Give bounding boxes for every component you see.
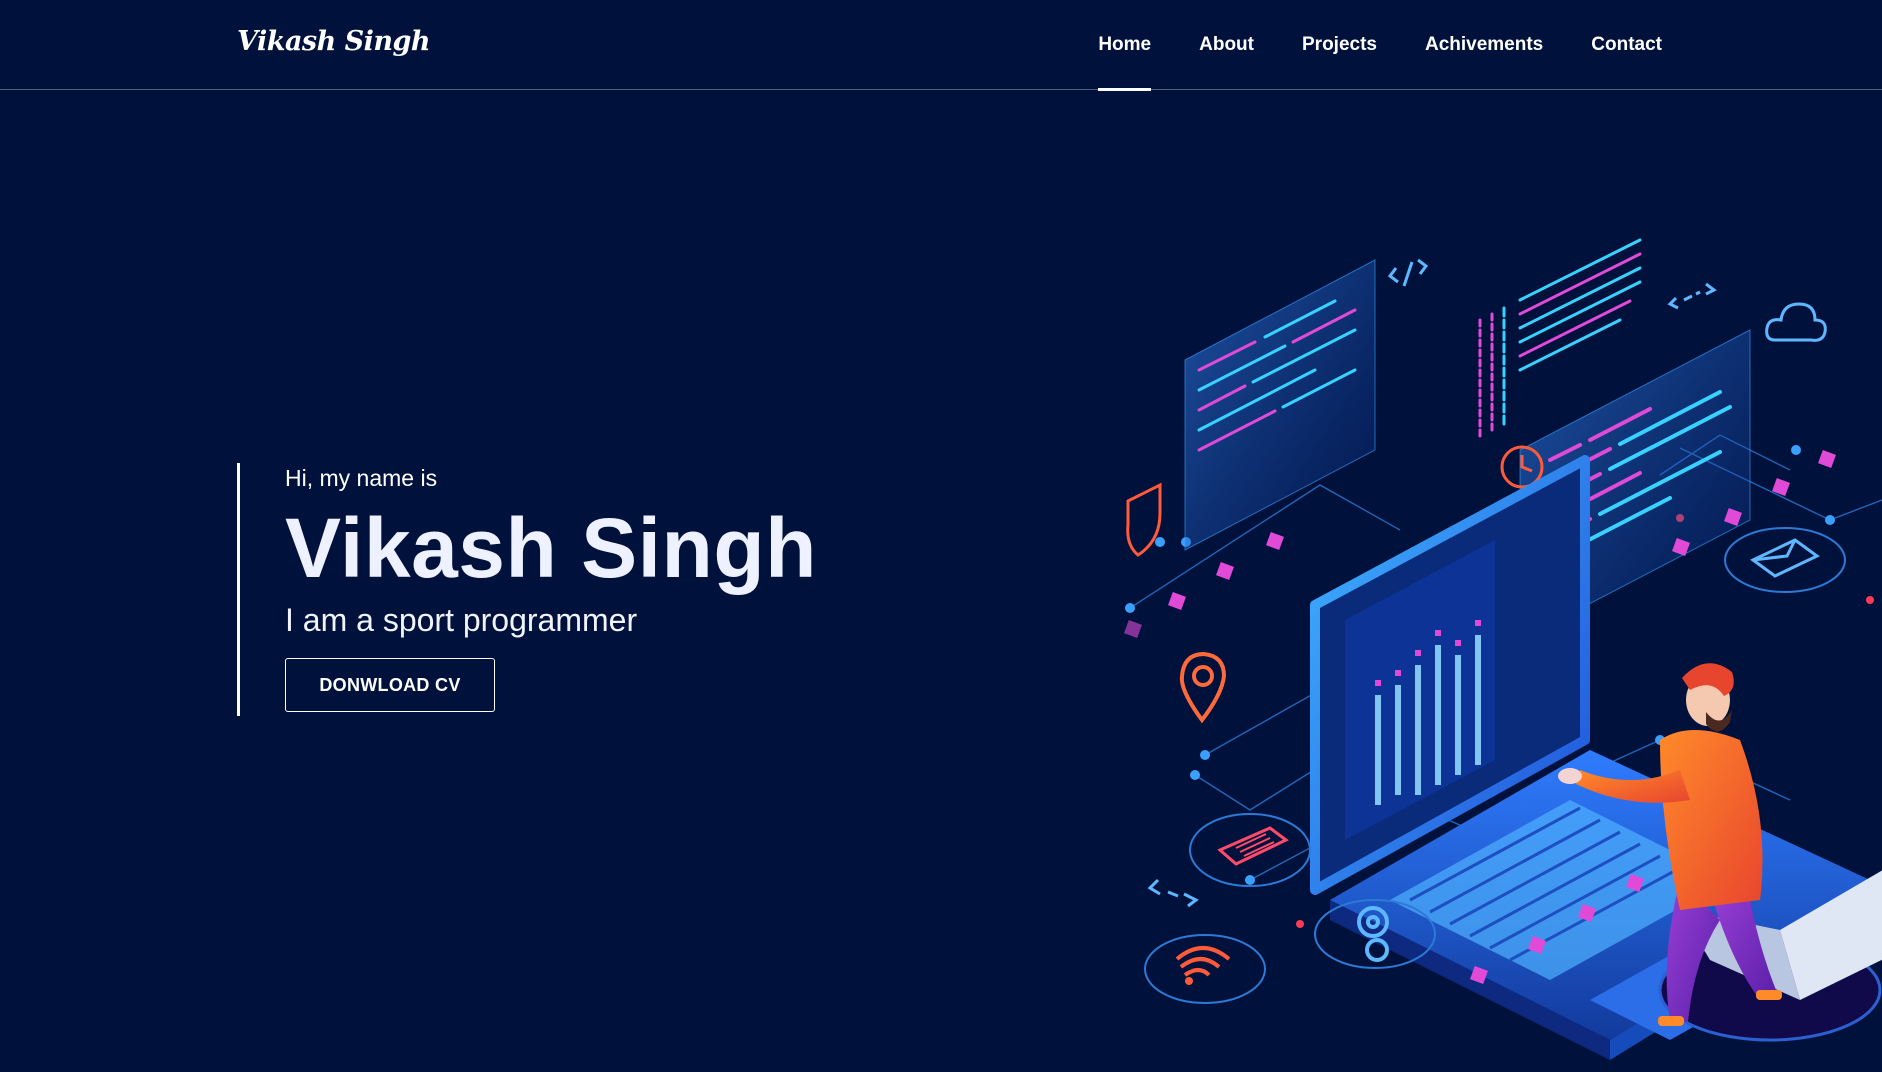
navbar: Vikash Singh Home About Projects Achivem… bbox=[0, 0, 1882, 91]
hero-greeting: Hi, my name is bbox=[285, 465, 438, 491]
site-logo[interactable]: Vikash Singh bbox=[237, 26, 431, 57]
cloud-icon bbox=[1765, 302, 1827, 342]
envelope-icon bbox=[1724, 527, 1846, 593]
shield-icon bbox=[1126, 482, 1162, 557]
page: Vikash Singh Home About Projects Achivem… bbox=[0, 0, 1882, 1072]
nav-contact[interactable]: Contact bbox=[1591, 0, 1662, 90]
nav-projects[interactable]: Projects bbox=[1302, 0, 1377, 90]
nav-achivements[interactable]: Achivements bbox=[1425, 0, 1543, 90]
nav-links: Home About Projects Achivements Contact bbox=[1098, 0, 1662, 91]
hero: Hi, my name is Vikash Singh I am a sport… bbox=[285, 458, 1045, 712]
code-tag-icon bbox=[1387, 258, 1429, 287]
hero-name: Vikash Singh bbox=[285, 501, 817, 595]
nav-home[interactable]: Home bbox=[1098, 0, 1151, 91]
hero-accent-bar bbox=[237, 463, 240, 716]
arrows-icon bbox=[1667, 282, 1717, 310]
hero-illustration bbox=[1100, 200, 1882, 1072]
wifi-icon bbox=[1144, 934, 1266, 1004]
location-pin-icon bbox=[1179, 651, 1227, 724]
nav-about[interactable]: About bbox=[1199, 0, 1254, 90]
download-cv-button[interactable]: DONWLOAD CV bbox=[285, 658, 495, 712]
hero-subtitle: I am a sport programmer bbox=[285, 602, 638, 638]
